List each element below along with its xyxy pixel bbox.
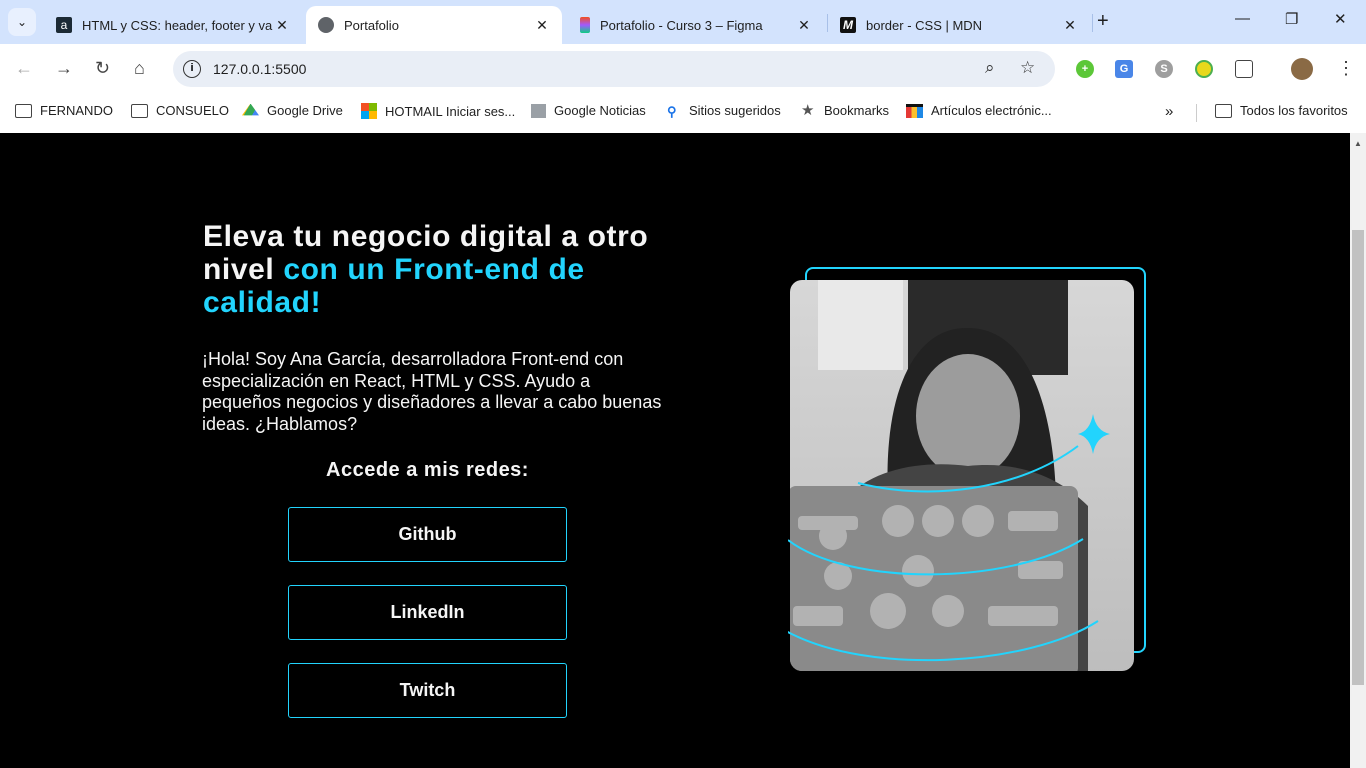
page-content: Eleva tu negocio digital a otro nivel co… <box>0 133 1350 768</box>
minimize-button[interactable]: — <box>1235 10 1250 27</box>
zoom-icon[interactable]: ⌕ <box>985 58 995 78</box>
tab-figma[interactable]: Portafolio - Curso 3 – Figma ✕ <box>568 6 824 44</box>
github-button[interactable]: Github <box>288 507 567 562</box>
folder-icon <box>15 103 32 118</box>
close-window-button[interactable]: ✕ <box>1334 10 1347 28</box>
tab-bar: ⌄ a HTML y CSS: header, footer y va ✕ Po… <box>0 0 1366 44</box>
bookmark-google-noticias[interactable]: Google Noticias <box>531 103 646 118</box>
bookmark-articulos[interactable]: Artículos electrónic... <box>906 103 1052 118</box>
bookmark-sitios-sugeridos[interactable]: ⚲ Sitios sugeridos <box>667 103 781 119</box>
google-translate-icon[interactable]: G <box>1115 60 1133 78</box>
figma-icon <box>580 17 590 33</box>
url-text[interactable]: 127.0.0.1:5500 <box>213 61 306 77</box>
shop-icon <box>906 103 923 118</box>
globe-icon <box>318 17 334 33</box>
close-tab-icon[interactable]: ✕ <box>1062 17 1078 34</box>
site-info-icon[interactable]: i <box>183 60 201 78</box>
skype-icon[interactable]: S <box>1155 60 1173 78</box>
search-icon: ⚲ <box>667 103 677 119</box>
profile-avatar[interactable] <box>1291 58 1313 80</box>
tab-mdn[interactable]: M border - CSS | MDN ✕ <box>828 6 1090 44</box>
close-tab-icon[interactable]: ✕ <box>796 17 812 34</box>
tab-alura[interactable]: a HTML y CSS: header, footer y va ✕ <box>44 6 302 44</box>
google-drive-icon <box>242 103 259 116</box>
home-button[interactable]: ⌂ <box>134 58 145 79</box>
address-bar[interactable]: i 127.0.0.1:5500 ⌕ ☆ <box>173 51 1055 87</box>
restore-button[interactable]: ❐ <box>1285 10 1298 28</box>
close-tab-icon[interactable]: ✕ <box>274 17 290 34</box>
folder-icon <box>1215 103 1232 118</box>
new-tab-button[interactable]: + <box>1097 10 1109 33</box>
extension-add-icon[interactable]: + <box>1076 60 1094 78</box>
mdn-icon: M <box>840 17 856 33</box>
twitch-button[interactable]: Twitch <box>288 663 567 718</box>
alura-icon: a <box>56 17 72 33</box>
bookmarks-overflow-button[interactable]: » <box>1165 103 1173 120</box>
bookmarks-bar: FERNANDO CONSUELO Google Drive HOTMAIL I… <box>0 94 1366 133</box>
portrait-photo <box>790 280 1134 671</box>
bookmark-fernando[interactable]: FERNANDO <box>15 103 113 118</box>
social-heading: Accede a mis redes: <box>326 459 529 481</box>
bookmark-bookmarks[interactable]: ★ Bookmarks <box>801 101 889 119</box>
bookmark-google-drive[interactable]: Google Drive <box>242 103 343 118</box>
reload-button[interactable]: ↻ <box>95 58 110 79</box>
hero-image <box>788 267 1146 671</box>
microsoft-icon <box>361 103 377 119</box>
hero-intro: ¡Hola! Soy Ana García, desarrolladora Fr… <box>202 349 662 434</box>
star-icon: ★ <box>801 101 815 119</box>
folder-icon <box>131 103 148 118</box>
close-tab-icon[interactable]: ✕ <box>534 17 550 34</box>
scrollbar-thumb[interactable] <box>1352 230 1364 685</box>
tab-portafolio[interactable]: Portafolio ✕ <box>306 6 562 44</box>
bookmark-star-icon[interactable]: ☆ <box>1020 58 1035 78</box>
toolbar: ← → ↻ ⌂ i 127.0.0.1:5500 ⌕ ☆ + G S ⋮ <box>0 44 1366 94</box>
extension-icon[interactable] <box>1195 60 1213 78</box>
news-icon <box>531 103 546 118</box>
bookmark-consuelo[interactable]: CONSUELO <box>131 103 229 118</box>
bookmark-hotmail[interactable]: HOTMAIL Iniciar ses... <box>361 103 515 119</box>
tab-search-button[interactable]: ⌄ <box>8 8 36 36</box>
menu-kebab-icon[interactable]: ⋮ <box>1337 58 1355 79</box>
all-bookmarks-button[interactable]: Todos los favoritos <box>1215 103 1348 118</box>
back-button[interactable]: ← <box>15 58 33 79</box>
forward-button[interactable]: → <box>55 58 73 79</box>
vertical-scrollbar[interactable]: ▲ <box>1350 133 1366 768</box>
linkedin-button[interactable]: LinkedIn <box>288 585 567 640</box>
extensions-puzzle-icon[interactable] <box>1235 60 1253 78</box>
hero-title: Eleva tu negocio digital a otro nivel co… <box>203 220 649 319</box>
